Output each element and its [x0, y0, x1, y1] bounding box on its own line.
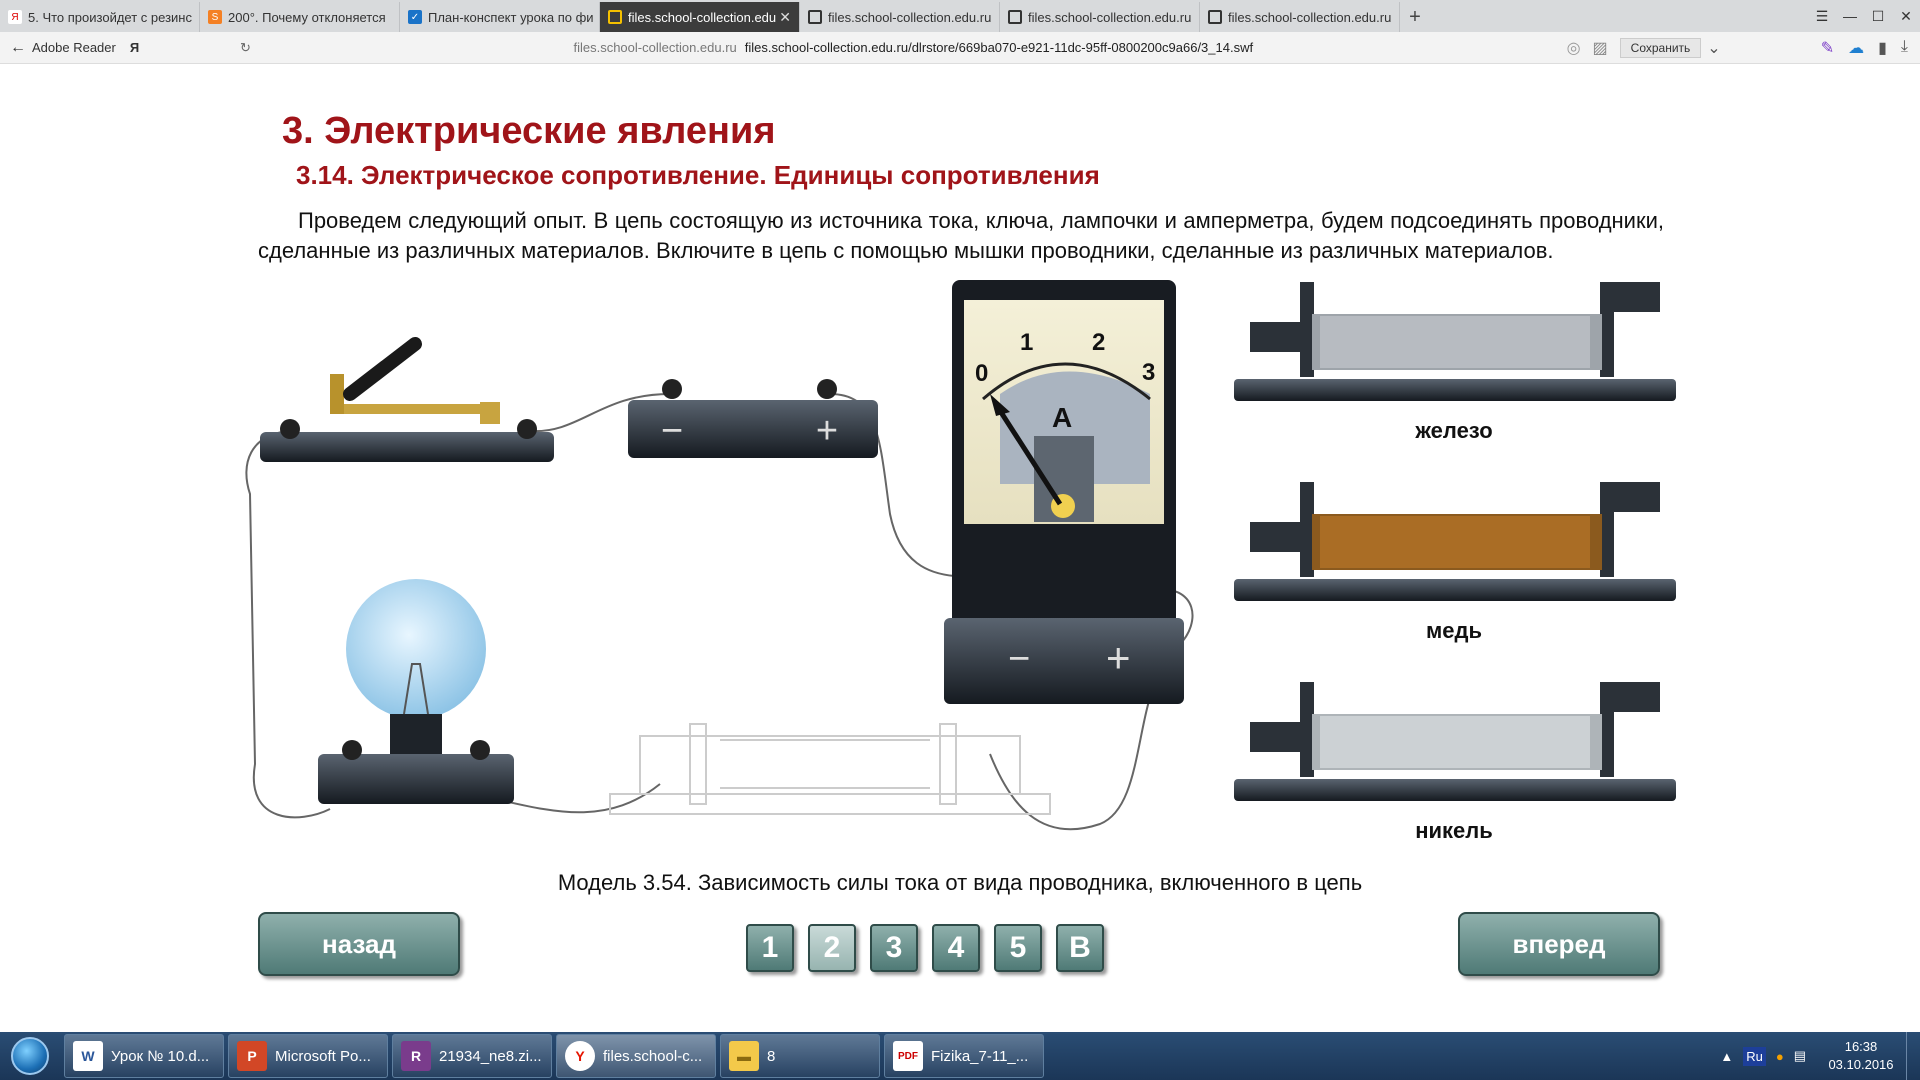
yandex-icon: Я [8, 10, 22, 24]
ammeter-plus: + [1106, 634, 1131, 681]
resistor-nickel[interactable] [1234, 682, 1676, 801]
folder-icon: ▬ [729, 1041, 759, 1071]
taskbar-item-winrar[interactable]: R 21934_ne8.zi... [392, 1034, 552, 1078]
back-arrow-icon: ← [10, 38, 26, 56]
lesson-page: 3. Электрические явления 3.14. Электриче… [0, 64, 1920, 1032]
tray-app-icon[interactable]: ● [1776, 1049, 1784, 1064]
reload-icon[interactable]: ↻ [240, 40, 260, 56]
clock-time: 16:38 [1844, 1039, 1878, 1054]
download-icon[interactable]: ⤓ [1901, 38, 1908, 58]
protect-icon[interactable]: ◎ [1567, 38, 1581, 58]
save-button[interactable]: Сохранить [1619, 37, 1702, 58]
pen-icon[interactable]: ✎ [1821, 38, 1834, 58]
tray-up-icon[interactable]: ▲ [1720, 1049, 1733, 1064]
switch-key[interactable] [260, 337, 554, 462]
checkbox-icon: ✓ [408, 10, 422, 24]
close-icon[interactable]: ✕ [779, 9, 791, 26]
pagination: 1 2 3 4 5 В [746, 924, 1104, 972]
lamp [318, 579, 514, 804]
tab-2[interactable]: S 200°. Почему отклоняется [200, 2, 400, 32]
chevron-down-icon[interactable]: ⌄ [1707, 38, 1720, 58]
address-bar: ← Adobe Reader Я ↻ files.school-collection… [0, 32, 1920, 64]
resistor-copper[interactable] [1234, 482, 1676, 601]
battery-minus: − [661, 410, 683, 452]
clock[interactable]: 16:38 03.10.2016 [1816, 1038, 1906, 1074]
pdf-icon: PDF [893, 1041, 923, 1071]
taskbar-item-browser[interactable]: Yfiles.school-c... [556, 1034, 716, 1078]
clock-date: 03.10.2016 [1828, 1057, 1894, 1072]
reader-icon[interactable]: ▨ [1593, 38, 1608, 58]
yandex-browser-icon: Y [565, 1041, 595, 1071]
ammeter-tick-1: 1 [1020, 329, 1033, 356]
page-button-1[interactable]: 1 [746, 924, 794, 972]
ammeter-tick-3: 3 [1142, 359, 1155, 386]
new-tab-button[interactable]: + [1400, 2, 1430, 32]
page-button-4[interactable]: 4 [932, 924, 980, 972]
taskbar-item-folder[interactable]: ▬ 8 [720, 1034, 880, 1078]
back-button[interactable]: ← Adobe Reader Я [0, 39, 240, 57]
browser-tab-bar: Я 5. Что произойдет с резинс S 200°. Почем… [0, 0, 1920, 32]
tab-4-active[interactable]: files.school-collection.edu ✕ [600, 2, 800, 32]
model-caption: Модель 3.54. Зависимость силы тока от ви… [557, 870, 1363, 895]
word-icon: W [73, 1041, 103, 1071]
ammeter-minus: − [1008, 638, 1030, 680]
tab-7[interactable]: files.school-collection.edu.ru [1200, 2, 1400, 32]
ammeter-tick-2: 2 [1092, 329, 1105, 356]
tab-5[interactable]: files.school-collection.edu.ru [800, 2, 1000, 32]
label-iron: железо [1415, 418, 1493, 443]
show-desktop-button[interactable] [1906, 1032, 1920, 1080]
forward-nav-button[interactable]: вперед [1458, 912, 1660, 976]
battery-plus: + [816, 410, 838, 452]
ammeter-tick-0: 0 [975, 360, 988, 387]
cloud-icon[interactable]: ☁ [1848, 38, 1864, 58]
yandex-logo[interactable]: Я [130, 40, 139, 55]
powerpoint-icon: P [237, 1041, 267, 1071]
network-icon[interactable]: ▤ [1794, 1048, 1806, 1064]
page-button-2-current[interactable]: 2 [808, 924, 856, 972]
maximize-icon[interactable]: ☐ [1864, 8, 1892, 25]
page-button-questions[interactable]: В [1056, 924, 1104, 972]
ammeter: 0 1 2 3 A − + [944, 280, 1184, 704]
stack-icon: S [208, 10, 222, 24]
label-copper: медь [1426, 618, 1482, 643]
resistor-iron[interactable] [1234, 282, 1676, 401]
page-icon [1208, 10, 1222, 24]
system-tray: ▲ Ru ● ▤ 16:38 03.10.2016 [1720, 1032, 1920, 1080]
ammeter-unit: A [1052, 402, 1072, 433]
winrar-icon: R [401, 1041, 431, 1071]
label-nickel: никель [1415, 818, 1493, 843]
taskbar-item-powerpoint[interactable]: P Microsoft Po... [228, 1034, 388, 1078]
url-field[interactable]: files.school-collection.edu.ru files.scho… [260, 40, 1567, 55]
menu-icon[interactable]: ☰ [1808, 8, 1836, 25]
page-icon [608, 10, 622, 24]
taskbar-item-pdf[interactable]: PDF Fizika_7-11_... [884, 1034, 1044, 1078]
window-controls: ☰ — ☐ ✕ [1808, 0, 1920, 32]
page-icon [1008, 10, 1022, 24]
start-button[interactable] [0, 1032, 60, 1080]
back-nav-button[interactable]: назад [258, 912, 460, 976]
taskbar-item-word[interactable]: W Урок № 10.d... [64, 1034, 224, 1078]
extensions: ✎ ☁ ▮ ⤓ [1821, 38, 1908, 58]
close-window-icon[interactable]: ✕ [1892, 8, 1920, 25]
minimize-icon[interactable]: — [1836, 8, 1864, 24]
conductor-slot[interactable] [609, 723, 1051, 815]
windows-orb-icon [11, 1037, 49, 1075]
bookmark-icon[interactable]: ▮ [1878, 38, 1887, 58]
page-button-5[interactable]: 5 [994, 924, 1042, 972]
tab-1[interactable]: Я 5. Что произойдет с резинс [0, 2, 200, 32]
windows-taskbar: W Урок № 10.d... P Microsoft Po... R 21934_… [0, 1032, 1920, 1080]
page-button-3[interactable]: 3 [870, 924, 918, 972]
language-indicator[interactable]: Ru [1743, 1046, 1766, 1066]
battery: − + [628, 379, 878, 458]
tab-3[interactable]: ✓ План-конспект урока по фи [400, 2, 600, 32]
page-icon [808, 10, 822, 24]
tab-6[interactable]: files.school-collection.edu.ru [1000, 2, 1200, 32]
